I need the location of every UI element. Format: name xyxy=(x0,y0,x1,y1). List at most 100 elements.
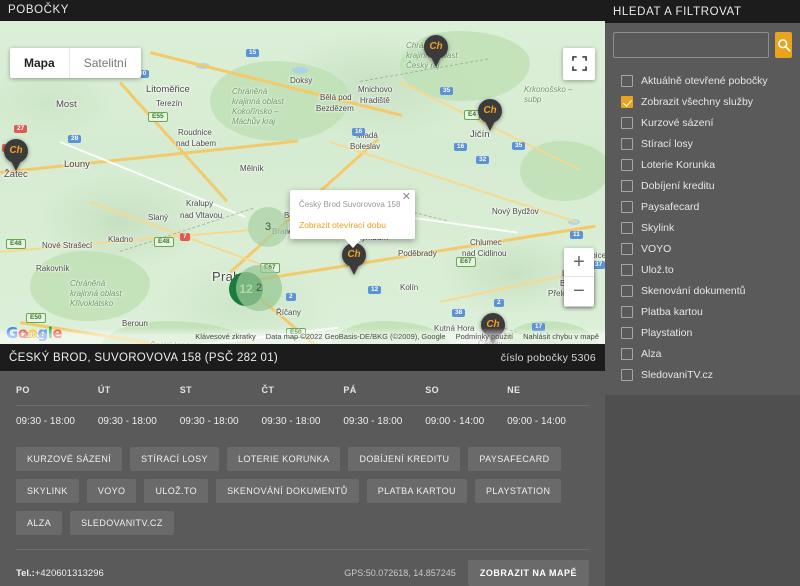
map-city-label: Mělník xyxy=(240,163,264,173)
map-container[interactable]: Most Louny Žatec Litoměřice Terezín Roudnice n… xyxy=(0,20,605,344)
service-tag[interactable]: STÍRACÍ LOSY xyxy=(130,447,219,471)
filter-checkbox[interactable] xyxy=(621,74,633,87)
filter-checkbox[interactable] xyxy=(621,347,633,360)
branch-address: ČESKÝ BROD, SUVOROVOVA 158 (PSČ 282 01) xyxy=(9,351,279,364)
telephone-label: Tel.: xyxy=(16,567,35,579)
map-report-error-link[interactable]: Nahlásit chybu v mapě xyxy=(523,332,599,341)
filter-row[interactable]: Playstation xyxy=(613,322,792,343)
filter-label: Alza xyxy=(641,347,662,360)
filter-checkbox[interactable] xyxy=(621,368,633,381)
filter-row[interactable]: Paysafecard xyxy=(613,196,792,217)
map-type-toggle[interactable]: Mapa Satelitní xyxy=(10,47,142,78)
service-tag[interactable]: PAYSAFECARD xyxy=(468,447,561,471)
filter-label: Stírací losy xyxy=(641,137,693,150)
map-city-label: Nové Strašecí xyxy=(42,240,93,250)
service-tag[interactable]: SLEDOVANITV.CZ xyxy=(70,511,174,535)
search-input[interactable] xyxy=(613,32,769,58)
service-tag[interactable]: PLAYSTATION xyxy=(474,479,562,503)
filter-label: Skenování dokumentů xyxy=(641,284,746,297)
map-road-shield: 32 xyxy=(476,155,490,164)
filter-row[interactable]: Skenování dokumentů xyxy=(613,280,792,301)
show-on-map-button[interactable]: ZOBRAZIT NA MAPĚ xyxy=(467,560,589,586)
map-road-shield: 35 xyxy=(512,141,526,150)
sidebar-spacer xyxy=(605,395,800,586)
service-tag[interactable]: SKENOVÁNÍ DOKUMENTŮ xyxy=(216,479,359,503)
filter-checkbox[interactable] xyxy=(621,221,633,234)
filter-checkbox[interactable] xyxy=(621,305,633,318)
opening-hours-day-header: ÚT xyxy=(97,385,111,395)
service-tag[interactable]: DOBÍJENÍ KREDITU xyxy=(348,447,461,471)
filter-checkbox[interactable] xyxy=(621,326,633,339)
map-city-label: Říčany xyxy=(276,307,301,317)
service-tag[interactable]: ALZA xyxy=(16,511,63,535)
map-keyboard-shortcuts-link[interactable]: Klávesové zkratky xyxy=(195,332,255,341)
filter-row[interactable]: Skylink xyxy=(613,217,792,238)
zoom-out-button[interactable]: − xyxy=(564,277,594,306)
map-type-satellite-button[interactable]: Satelitní xyxy=(70,48,141,78)
filter-row[interactable]: Kurzové sázení xyxy=(613,112,792,133)
water-shape xyxy=(292,66,308,74)
map-type-map-button[interactable]: Mapa xyxy=(10,47,70,78)
telephone-number: +420601313296 xyxy=(34,567,104,579)
opening-hours-cell: 09:00 - 14:00 xyxy=(507,405,589,427)
map-road-shield: E48 xyxy=(154,236,174,247)
map-terms-link[interactable]: Podmínky použití xyxy=(456,332,514,341)
zoom-controls[interactable]: + − xyxy=(564,248,594,306)
filter-label: Zobrazit všechny služby xyxy=(641,95,754,108)
filter-row[interactable]: Dobíjení kreditu xyxy=(613,175,792,196)
map-cluster-marker[interactable]: 2 xyxy=(236,264,282,311)
zoom-in-button[interactable]: + xyxy=(564,248,594,277)
service-tag[interactable]: ULOŽ.TO xyxy=(144,479,209,503)
filter-checkbox[interactable] xyxy=(621,263,633,276)
filter-row[interactable]: Alza xyxy=(613,343,792,364)
map-city-label: Bezdězem xyxy=(316,103,354,113)
filter-row[interactable]: Platba kartou xyxy=(613,301,792,322)
service-tag[interactable]: PLATBA KARTOU xyxy=(366,479,467,503)
map-road-shield: 12 xyxy=(368,285,382,294)
service-tag[interactable]: KURZOVÉ SÁZENÍ xyxy=(16,447,123,471)
filter-checkbox[interactable] xyxy=(621,179,633,192)
fullscreen-button[interactable] xyxy=(563,47,595,80)
search-button[interactable] xyxy=(775,32,792,58)
map-road-shield: 15 xyxy=(246,48,260,57)
filter-row[interactable]: VOYO xyxy=(613,238,792,259)
map-branch-marker[interactable]: Ch xyxy=(424,34,448,67)
filter-row[interactable]: Stírací losy xyxy=(613,133,792,154)
branch-locator-app: POBOČKY Most Louny Žatec Litoměřice Tere… xyxy=(0,0,800,586)
filter-list: Aktuálně otevřené pobočky Zobrazit všechn… xyxy=(613,70,792,385)
opening-hours-cell: 09:30 - 18:00 xyxy=(16,405,98,427)
marker-tip xyxy=(484,118,496,131)
filter-row[interactable]: Loterie Korunka xyxy=(613,154,792,175)
info-window-hours-link[interactable]: Zobrazit otevírací dobu xyxy=(299,220,406,230)
map-road-shield: 2 xyxy=(286,292,296,301)
map-branch-marker[interactable]: Ch xyxy=(4,138,28,171)
close-icon[interactable]: ✕ xyxy=(402,191,411,203)
service-tag[interactable]: SKYLINK xyxy=(16,479,79,503)
map-road-shield: 16 xyxy=(352,127,366,136)
service-tag[interactable]: LOTERIE KORUNKA xyxy=(226,447,341,471)
filter-checkbox[interactable] xyxy=(621,242,633,255)
service-tag[interactable]: VOYO xyxy=(86,479,137,503)
filter-checkbox[interactable] xyxy=(621,284,633,297)
opening-hours-header-row: PO ÚT ST ČT PÁ SO NE xyxy=(16,385,589,406)
filter-row[interactable]: Aktuálně otevřené pobočky xyxy=(613,70,792,91)
filter-checkbox[interactable] xyxy=(621,95,633,108)
filter-checkbox[interactable] xyxy=(621,137,633,150)
filter-checkbox[interactable] xyxy=(621,158,633,171)
map-cluster-marker[interactable]: 3 xyxy=(248,206,288,247)
opening-hours-row: 09:30 - 18:00 09:30 - 18:00 09:30 - 18:00 0… xyxy=(16,405,589,427)
filter-checkbox[interactable] xyxy=(621,200,633,213)
filter-checkbox[interactable] xyxy=(621,116,633,129)
map-city-label: Hradiště xyxy=(360,95,390,105)
filter-row[interactable]: Ulož.to xyxy=(613,259,792,280)
map-road-shield: 2 xyxy=(494,298,504,307)
map-branch-marker[interactable]: Ch xyxy=(478,98,502,131)
map-city-label: Poděbrady xyxy=(398,248,437,258)
filter-row[interactable]: Zobrazit všechny služby xyxy=(613,91,792,112)
filter-row[interactable]: SledovaniTV.cz xyxy=(613,364,792,385)
opening-hours-day-header: PO xyxy=(16,385,30,395)
map-info-window[interactable]: ✕ Český Brod Suvorovova 158 Zobrazit ote… xyxy=(290,189,415,248)
map-road-shield: E48 xyxy=(6,238,26,249)
map-city-label: Kralupy xyxy=(186,198,214,208)
terrain-shape xyxy=(520,140,605,201)
